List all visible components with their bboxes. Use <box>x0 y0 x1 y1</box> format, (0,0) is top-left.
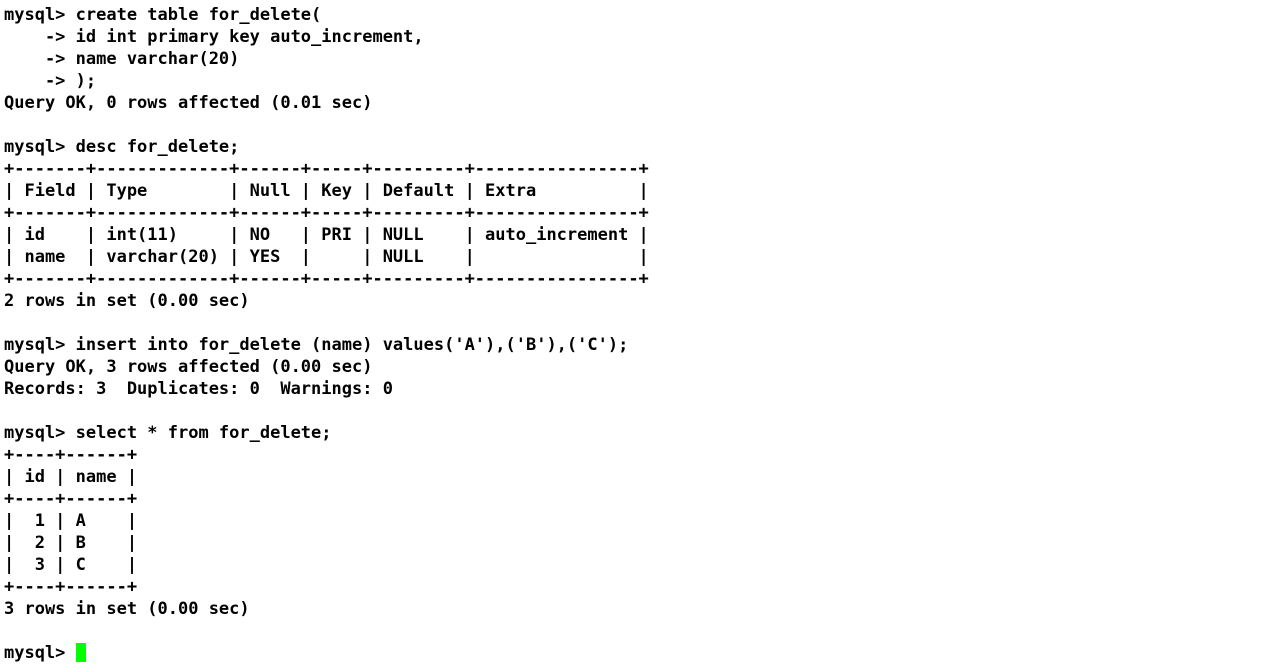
terminal-line: +----+------+ <box>4 489 138 509</box>
terminal-line: | 1 | A | <box>4 511 138 531</box>
terminal-line: +----+------+ <box>4 577 138 597</box>
terminal-line: +-------+-------------+------+-----+----… <box>4 203 649 223</box>
terminal-line: -> id int primary key auto_increment, <box>4 27 424 47</box>
terminal-line: +-------+-------------+------+-----+----… <box>4 159 649 179</box>
terminal-window[interactable]: mysql> create table for_delete( -> id in… <box>0 0 1261 671</box>
terminal-line: -> ); <box>4 71 97 91</box>
terminal-line: | 3 | C | <box>4 555 138 575</box>
terminal-line: Records: 3 Duplicates: 0 Warnings: 0 <box>4 379 393 399</box>
terminal-line: +-------+-------------+------+-----+----… <box>4 269 649 289</box>
terminal-line: 3 rows in set (0.00 sec) <box>4 599 250 619</box>
prompt-label: mysql> <box>4 643 76 663</box>
terminal-line: mysql> insert into for_delete (name) val… <box>4 335 629 355</box>
active-prompt-line[interactable]: mysql> <box>4 642 1261 664</box>
terminal-line: mysql> desc for_delete; <box>4 137 240 157</box>
terminal-line: | name | varchar(20) | YES | | NULL | | <box>4 247 649 267</box>
terminal-line: Query OK, 0 rows affected (0.01 sec) <box>4 93 373 113</box>
terminal-line: Query OK, 3 rows affected (0.00 sec) <box>4 357 373 377</box>
terminal-line: | 2 | B | <box>4 533 138 553</box>
terminal-line: | Field | Type | Null | Key | Default | … <box>4 181 649 201</box>
terminal-line: | id | int(11) | NO | PRI | NULL | auto_… <box>4 225 649 245</box>
terminal-line: | id | name | <box>4 467 138 487</box>
terminal-line: mysql> select * from for_delete; <box>4 423 332 443</box>
terminal-line: 2 rows in set (0.00 sec) <box>4 291 250 311</box>
text-cursor <box>75 643 86 662</box>
terminal-line: -> name varchar(20) <box>4 49 240 69</box>
terminal-line: +----+------+ <box>4 445 138 465</box>
terminal-line: mysql> create table for_delete( <box>4 5 322 25</box>
